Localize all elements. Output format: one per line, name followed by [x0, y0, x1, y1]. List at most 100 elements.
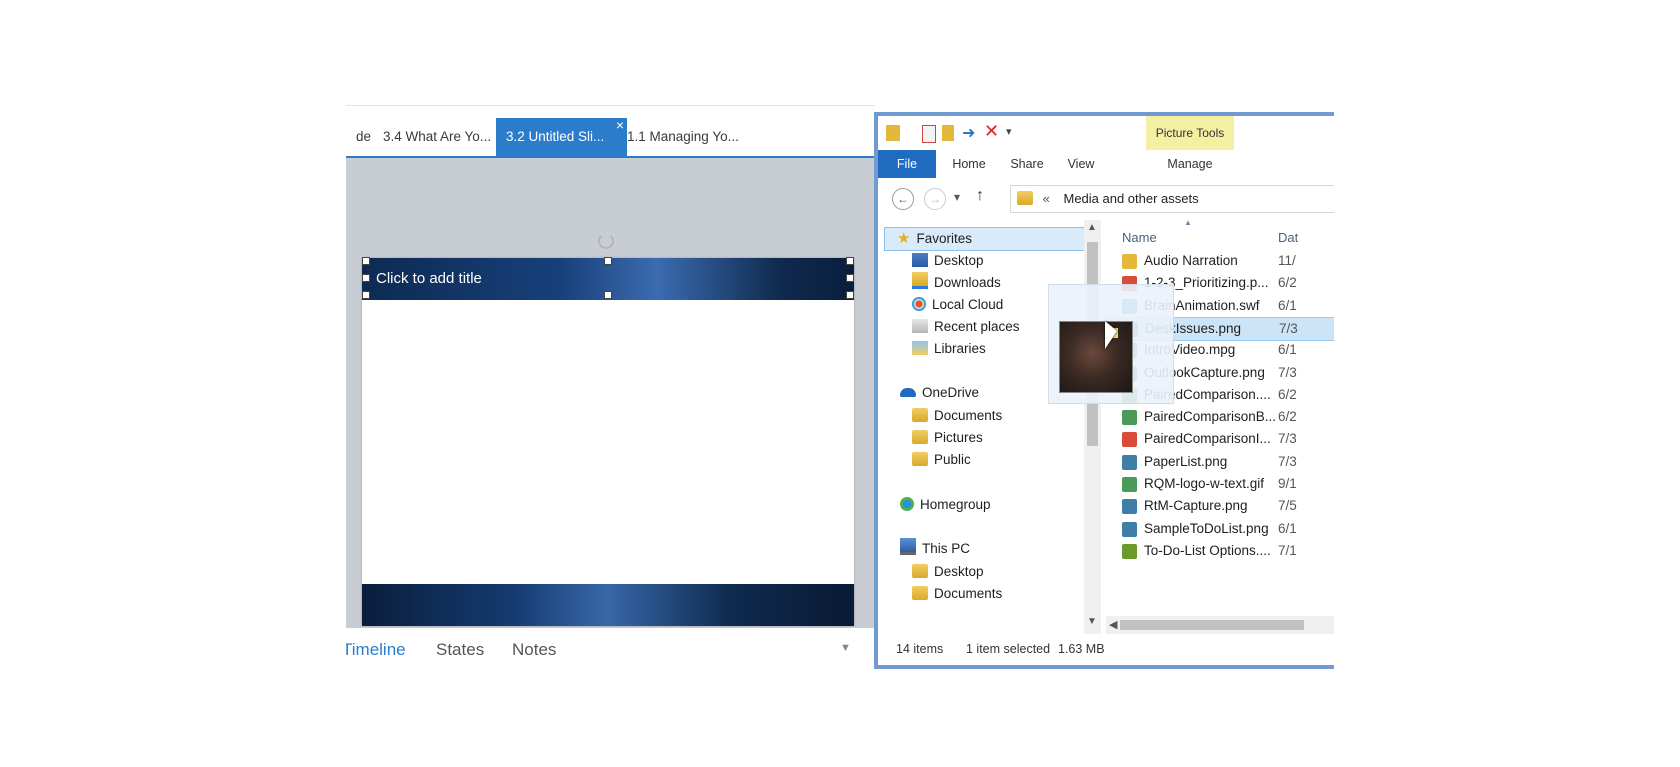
- sort-ascending-icon: ▲: [1184, 220, 1192, 227]
- file-row[interactable]: PaperList.png 7/3: [1106, 451, 1334, 473]
- breadcrumb-overflow[interactable]: «: [1043, 191, 1050, 206]
- file-name: To-Do-List Options....: [1144, 542, 1271, 558]
- computer-icon: [900, 538, 916, 555]
- forward-button[interactable]: →: [924, 188, 946, 210]
- file-row[interactable]: SampleToDoList.png 6/1: [1106, 518, 1334, 540]
- back-button[interactable]: ←: [892, 188, 914, 210]
- nav-onedrive-public[interactable]: Public: [912, 449, 971, 471]
- recent-locations-icon[interactable]: ▾: [954, 190, 960, 204]
- nav-recent-places[interactable]: Recent places: [912, 316, 1020, 338]
- explorer-title-bar: ➜ ✕ ▾ Picture Tools: [878, 116, 1334, 150]
- resize-handle[interactable]: [604, 291, 612, 299]
- nav-local-cloud[interactable]: Local Cloud: [912, 294, 1003, 316]
- nav-libraries[interactable]: Libraries: [912, 338, 986, 360]
- nav-label: OneDrive: [922, 385, 980, 400]
- nav-label: Favorites: [916, 231, 972, 246]
- nav-label: Desktop: [934, 253, 984, 268]
- tab-what-are-you[interactable]: 3.4 What Are Yo...: [373, 118, 501, 156]
- delete-icon[interactable]: ✕: [984, 121, 999, 142]
- scroll-down-icon[interactable]: ▼: [1087, 616, 1097, 627]
- rotate-handle-icon[interactable]: [598, 233, 614, 249]
- file-row[interactable]: RQM-logo-w-text.gif 9/1: [1106, 473, 1334, 495]
- nav-homegroup[interactable]: Homegroup: [900, 494, 991, 516]
- file-name: Audio Narration: [1144, 253, 1238, 268]
- picture-tools-label: Picture Tools: [1146, 116, 1234, 150]
- resize-handle[interactable]: [362, 257, 370, 265]
- slide-title-placeholder[interactable]: Click to add title: [376, 270, 482, 287]
- file-row[interactable]: To-Do-List Options.... 7/1: [1106, 540, 1334, 562]
- image-icon: [1122, 454, 1137, 470]
- undo-icon[interactable]: ➜: [962, 123, 975, 143]
- local-cloud-icon: [912, 297, 926, 311]
- file-name: RQM-logo-w-text.gif: [1144, 476, 1265, 491]
- tab-view[interactable]: View: [1058, 150, 1104, 178]
- file-row[interactable]: RtM-Capture.png 7/5: [1106, 495, 1334, 517]
- tab-file[interactable]: File: [878, 150, 936, 178]
- file-date: 6/1: [1278, 342, 1297, 358]
- nav-vertical-scrollbar[interactable]: ▲ ▼: [1084, 220, 1101, 634]
- script-icon: [1122, 543, 1137, 559]
- nav-pc-documents[interactable]: Documents: [912, 583, 1002, 605]
- address-bar[interactable]: « Media and other assets: [1010, 185, 1334, 213]
- nav-label: This PC: [922, 541, 971, 556]
- nav-pc-desktop[interactable]: Desktop: [912, 561, 984, 583]
- tab-manage[interactable]: Manage: [1146, 150, 1234, 178]
- folder-icon: [912, 452, 928, 466]
- scrollbar-thumb[interactable]: [1120, 620, 1304, 630]
- resize-handle[interactable]: [362, 291, 370, 299]
- nav-label: Recent places: [934, 319, 1020, 334]
- slide-tab-bar: de 3.4 What Are Yo... 3.2 Untitled Sli..…: [346, 117, 875, 156]
- file-date: 6/2: [1278, 275, 1297, 291]
- file-list-pane: Name ▲ Dat Audio Narration 11/1-2-3_Prior…: [1106, 220, 1334, 634]
- resize-handle[interactable]: [604, 257, 612, 265]
- file-row[interactable]: Audio Narration 11/: [1106, 250, 1334, 272]
- horizontal-scrollbar[interactable]: ◀: [1106, 616, 1334, 634]
- tab-label: 3.2 Untitled Sli...: [506, 129, 605, 144]
- resize-handle[interactable]: [846, 291, 854, 299]
- desktop-icon: [912, 253, 928, 267]
- tab-share[interactable]: Share: [1002, 150, 1052, 178]
- resize-handle[interactable]: [846, 274, 854, 282]
- column-header-date[interactable]: Dat: [1278, 230, 1298, 245]
- file-row[interactable]: PairedComparisonB... 6/2: [1106, 406, 1334, 428]
- address-row: ← → ▾ ↑ « Media and other assets: [878, 178, 1334, 220]
- scroll-up-icon[interactable]: ▲: [1087, 222, 1097, 233]
- panel-dropdown-icon[interactable]: ▼: [840, 642, 851, 654]
- up-button[interactable]: ↑: [976, 187, 984, 205]
- customize-icon[interactable]: ▾: [1006, 125, 1012, 138]
- file-name: RtM-Capture.png: [1144, 498, 1248, 514]
- slide-footer-band: [362, 584, 854, 626]
- tab-untitled-slide[interactable]: 3.2 Untitled Sli... ×: [496, 117, 627, 156]
- nav-onedrive-pictures[interactable]: Pictures: [912, 427, 983, 449]
- tab-label: de: [356, 129, 372, 144]
- column-header-name[interactable]: Name: [1122, 230, 1157, 245]
- nav-this-pc[interactable]: This PC: [900, 538, 970, 560]
- nav-label: Documents: [934, 586, 1003, 601]
- nav-downloads[interactable]: Downloads: [912, 272, 1001, 294]
- file-row[interactable]: PairedComparisonI... 7/3: [1106, 428, 1334, 450]
- file-date: 7/3: [1278, 431, 1297, 447]
- resize-handle[interactable]: [362, 274, 370, 282]
- scroll-left-icon[interactable]: ◀: [1109, 618, 1117, 631]
- tab-managing-your[interactable]: 1.1 Managing Yo...: [617, 118, 749, 156]
- onedrive-icon: [900, 388, 916, 397]
- tab-timeline[interactable]: Timeline: [346, 640, 406, 660]
- slide-canvas[interactable]: Click to add title: [362, 233, 854, 626]
- tab-home[interactable]: Home: [944, 150, 994, 178]
- tab-label: 1.1 Managing Yo...: [627, 129, 739, 144]
- tab-notes[interactable]: Notes: [512, 640, 556, 660]
- bottom-panel-tabs: Timeline States Notes ▼: [346, 628, 875, 672]
- resize-handle[interactable]: [846, 257, 854, 265]
- breadcrumb-current[interactable]: Media and other assets: [1063, 191, 1198, 206]
- file-date: 7/3: [1278, 453, 1297, 469]
- nav-desktop[interactable]: Desktop: [912, 250, 984, 272]
- new-folder-icon[interactable]: [942, 125, 954, 141]
- tab-states[interactable]: States: [436, 640, 484, 660]
- nav-onedrive[interactable]: OneDrive: [900, 382, 979, 404]
- folder-icon: [912, 408, 928, 422]
- file-date: 7/1: [1278, 542, 1297, 558]
- folder-icon: [886, 125, 900, 141]
- nav-onedrive-documents[interactable]: Documents: [912, 405, 1002, 427]
- nav-favorites[interactable]: ★ Favorites: [884, 227, 1094, 251]
- properties-icon[interactable]: [922, 125, 936, 143]
